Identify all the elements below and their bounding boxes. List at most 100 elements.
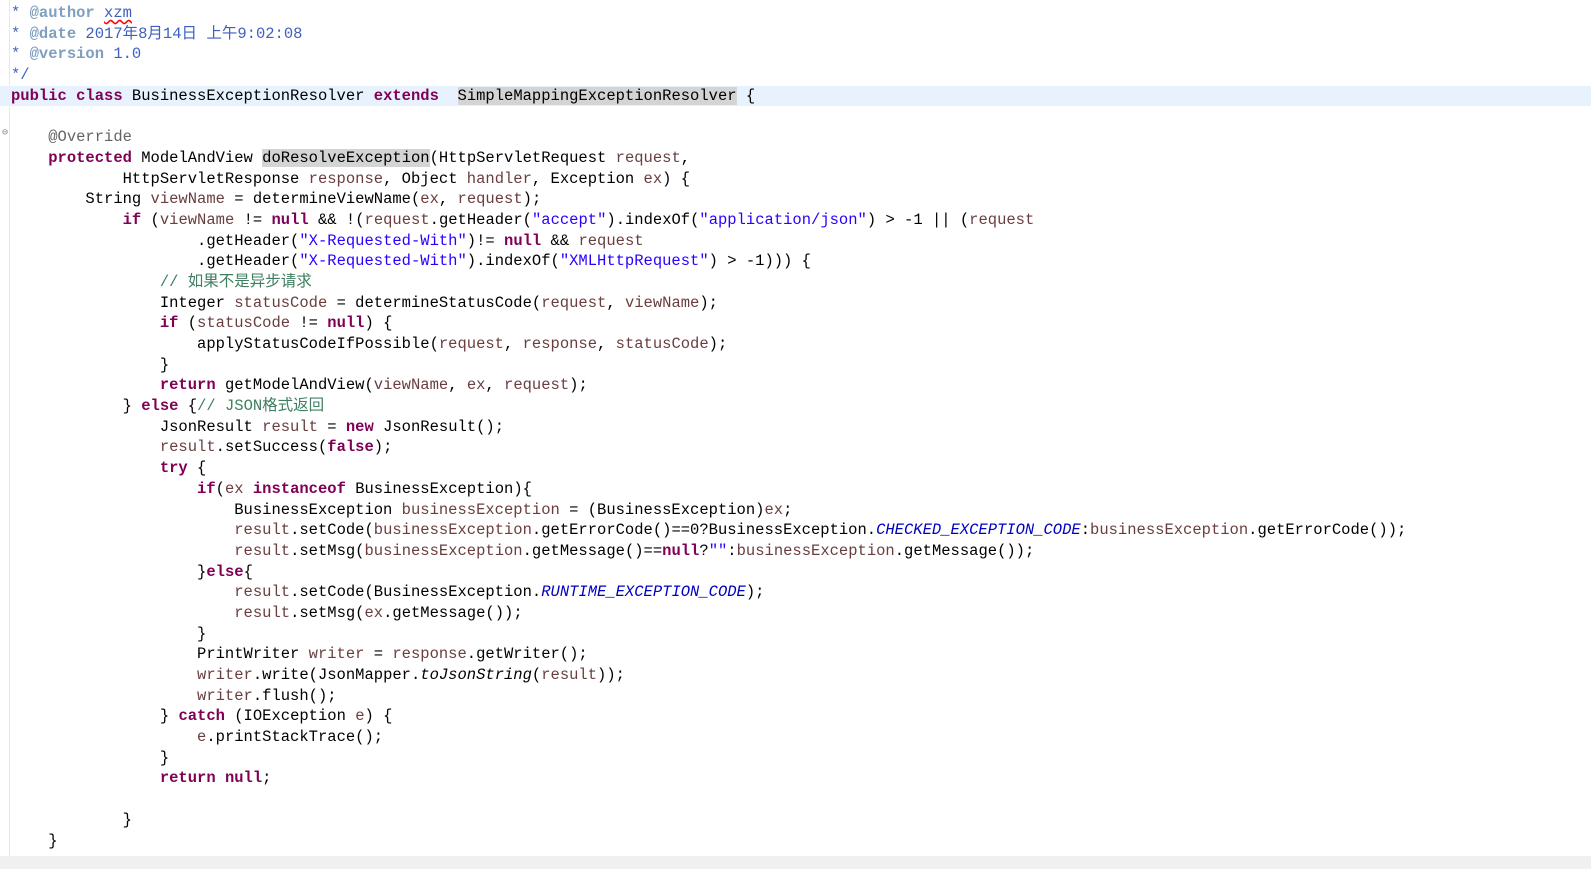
code-line[interactable]: * @version 1.0: [0, 44, 1591, 65]
code-token: viewName: [150, 190, 225, 209]
code-token: .getErrorCode());: [1248, 521, 1407, 540]
code-line[interactable]: JsonResult result = new JsonResult();: [0, 417, 1591, 438]
code-line[interactable]: result.setMsg(businessException.getMessa…: [0, 541, 1591, 562]
code-token: (: [141, 210, 160, 229]
code-line[interactable]: }: [0, 624, 1591, 645]
code-line[interactable]: result.setSuccess(false);: [0, 437, 1591, 458]
code-line[interactable]: HttpServletResponse response, Object han…: [0, 169, 1591, 190]
code-line[interactable]: }: [0, 831, 1591, 852]
code-line[interactable]: result.setMsg(ex.getMessage());: [0, 603, 1591, 624]
code-token: );: [373, 438, 393, 457]
code-token: = (BusinessException): [559, 500, 765, 519]
code-token: "application/json": [699, 210, 867, 229]
code-line[interactable]: [0, 106, 1591, 127]
code-token: request: [615, 148, 681, 167]
code-token: = determineViewName(: [224, 190, 421, 209]
code-line[interactable]: Integer statusCode = determineStatusCode…: [0, 293, 1591, 314]
code-line[interactable]: result.setCode(businessException.getErro…: [0, 520, 1591, 541]
code-line[interactable]: } else {// JSON格式返回: [0, 396, 1591, 417]
code-line[interactable]: [0, 789, 1591, 810]
code-token: ) > -1 || (: [866, 210, 970, 229]
code-line[interactable]: if(ex instanceof BusinessException){: [0, 479, 1591, 500]
code-editor[interactable]: * @author xzm * @date 2017年8月14日 上午9:02:0…: [0, 3, 1591, 851]
code-token: ) > -1))) {: [708, 252, 811, 271]
code-token: PrintWriter: [11, 645, 309, 664]
code-token: writer: [197, 666, 253, 684]
code-token: "X-Requested-With": [299, 252, 467, 271]
code-line[interactable]: PrintWriter writer = response.getWriter(…: [0, 644, 1591, 665]
code-token: doResolveException: [262, 148, 430, 167]
code-token: viewName: [624, 293, 700, 312]
code-token: ;: [783, 500, 793, 519]
code-token: false: [327, 438, 374, 457]
code-line[interactable]: protected ModelAndView doResolveExceptio…: [0, 148, 1591, 169]
code-line[interactable]: .getHeader("X-Requested-With")!= null &&…: [0, 231, 1591, 252]
code-token: ?: [699, 541, 709, 560]
code-token: &&: [541, 231, 579, 250]
code-token: .setCode(BusinessException.: [290, 583, 542, 602]
code-token: viewName: [373, 376, 449, 395]
code-line[interactable]: e.printStackTrace();: [0, 727, 1591, 748]
code-line[interactable]: BusinessException businessException = (B…: [0, 500, 1591, 521]
code-token: .setCode(: [290, 521, 374, 540]
code-line[interactable]: }: [0, 355, 1591, 376]
code-token: ) {: [364, 314, 393, 333]
code-line[interactable]: .getHeader("X-Requested-With").indexOf("…: [0, 251, 1591, 272]
code-line[interactable]: // 如果不是异步请求: [0, 272, 1591, 293]
code-token: e: [197, 728, 207, 747]
code-line[interactable]: result.setCode(BusinessException.RUNTIME…: [0, 582, 1591, 603]
code-line[interactable]: @Override: [0, 127, 1591, 148]
code-token: ));: [597, 666, 625, 684]
code-token: .setSuccess(: [215, 438, 328, 457]
code-line[interactable]: * @author xzm: [0, 3, 1591, 24]
code-line[interactable]: public class BusinessExceptionResolver e…: [0, 85, 1591, 107]
code-token: (: [178, 314, 198, 333]
code-line[interactable]: * @date 2017年8月14日 上午9:02:08: [0, 24, 1591, 45]
code-token: response: [392, 645, 467, 664]
code-line[interactable]: applyStatusCodeIfPossible(request, respo…: [0, 334, 1591, 355]
code-token: JsonResult: [11, 417, 263, 436]
code-token: return: [159, 376, 216, 395]
code-line[interactable]: if (statusCode != null) {: [0, 313, 1591, 334]
code-token: public class: [11, 86, 123, 105]
code-token: *: [11, 4, 30, 22]
code-token: JsonResult();: [373, 417, 505, 436]
code-token: String: [11, 190, 151, 209]
code-token: .getMessage());: [894, 541, 1035, 560]
code-token: e: [355, 707, 365, 726]
code-token: *: [11, 24, 30, 43]
horizontal-scrollbar[interactable]: [0, 856, 1591, 869]
code-token: , Object: [383, 169, 467, 188]
code-token: ,: [438, 190, 458, 209]
code-token: , Exception: [531, 169, 644, 188]
code-line[interactable]: writer.flush();: [0, 686, 1591, 707]
code-token: request: [438, 335, 504, 353]
code-line[interactable]: }: [0, 748, 1591, 769]
code-token: result: [541, 666, 598, 684]
code-token: ModelAndView: [131, 148, 263, 167]
code-line[interactable]: return getModelAndView(viewName, ex, req…: [0, 375, 1591, 396]
code-line[interactable]: writer.write(JsonMapper.toJsonString(res…: [0, 665, 1591, 686]
code-line[interactable]: try {: [0, 458, 1591, 479]
code-line[interactable]: }: [0, 810, 1591, 831]
code-line[interactable]: return null;: [0, 768, 1591, 789]
code-line[interactable]: }else{: [0, 562, 1591, 583]
code-line[interactable]: if (viewName != null && !(request.getHea…: [0, 210, 1591, 231]
code-token: BusinessException: [11, 500, 402, 519]
code-line[interactable]: String viewName = determineViewName(ex, …: [0, 189, 1591, 210]
code-token: BusinessExceptionResolver: [122, 86, 374, 105]
code-line[interactable]: */: [0, 65, 1591, 86]
code-token: ,: [448, 376, 467, 395]
code-token: RUNTIME_EXCEPTION_CODE: [541, 583, 746, 602]
code-token: }: [11, 707, 179, 726]
code-token: {: [243, 562, 253, 581]
code-line[interactable]: } catch (IOException e) {: [0, 706, 1591, 727]
